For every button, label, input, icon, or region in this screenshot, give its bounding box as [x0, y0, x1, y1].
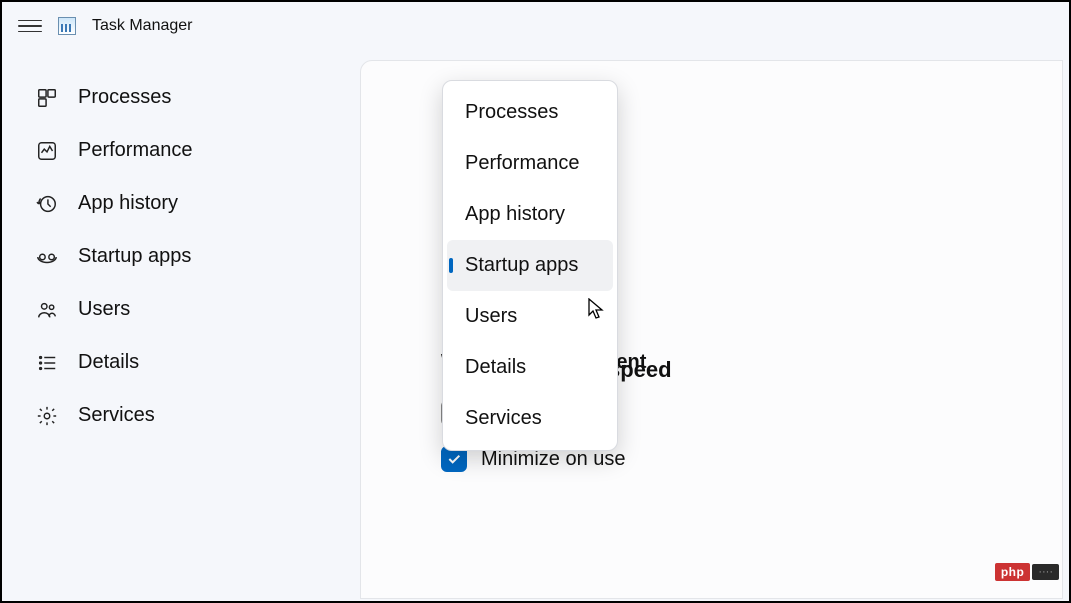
dropdown-item-label: Users — [465, 305, 517, 327]
dropdown-item-services[interactable]: Services — [447, 393, 613, 444]
page-select-dropdown: Processes Performance App history Startu… — [442, 80, 618, 451]
dropdown-item-users[interactable]: Users — [447, 291, 613, 342]
app-title: Task Manager — [92, 17, 193, 35]
sidebar-item-label: Services — [78, 404, 155, 427]
watermark: php ···· — [995, 563, 1059, 581]
sidebar-item-label: App history — [78, 192, 178, 215]
hamburger-menu-button[interactable] — [18, 14, 42, 38]
dropdown-item-processes[interactable]: Processes — [447, 87, 613, 138]
dropdown-item-label: Details — [465, 356, 526, 378]
sidebar-item-label: Startup apps — [78, 245, 191, 268]
sidebar: Processes Performance App history Startu… — [2, 60, 342, 453]
sidebar-item-details[interactable]: Details — [12, 337, 332, 388]
watermark-brand: php — [995, 563, 1031, 581]
app-history-icon — [36, 193, 58, 215]
dropdown-item-app-history[interactable]: App history — [447, 189, 613, 240]
performance-icon — [36, 140, 58, 162]
watermark-suffix: ···· — [1032, 564, 1059, 580]
app-icon — [58, 17, 76, 35]
dropdown-item-label: App history — [465, 203, 565, 225]
sidebar-item-processes[interactable]: Processes — [12, 72, 332, 123]
sidebar-item-users[interactable]: Users — [12, 284, 332, 335]
title-bar: Task Manager — [2, 2, 1069, 50]
sidebar-item-app-history[interactable]: App history — [12, 178, 332, 229]
dropdown-item-details[interactable]: Details — [447, 342, 613, 393]
sidebar-item-label: Users — [78, 298, 130, 321]
processes-icon — [36, 87, 58, 109]
startup-apps-icon — [36, 246, 58, 268]
dropdown-item-performance[interactable]: Performance — [447, 138, 613, 189]
sidebar-item-label: Processes — [78, 86, 171, 109]
users-icon — [36, 299, 58, 321]
sidebar-item-performance[interactable]: Performance — [12, 125, 332, 176]
dropdown-item-label: Performance — [465, 152, 580, 174]
dropdown-item-label: Processes — [465, 101, 558, 123]
dropdown-item-startup-apps[interactable]: Startup apps — [447, 240, 613, 291]
sidebar-item-label: Details — [78, 351, 139, 374]
services-icon — [36, 405, 58, 427]
dropdown-item-label: Services — [465, 407, 542, 429]
sidebar-item-startup-apps[interactable]: Startup apps — [12, 231, 332, 282]
details-icon — [36, 352, 58, 374]
sidebar-item-label: Performance — [78, 139, 193, 162]
dropdown-item-label: Startup apps — [465, 254, 578, 276]
sidebar-item-services[interactable]: Services — [12, 390, 332, 441]
